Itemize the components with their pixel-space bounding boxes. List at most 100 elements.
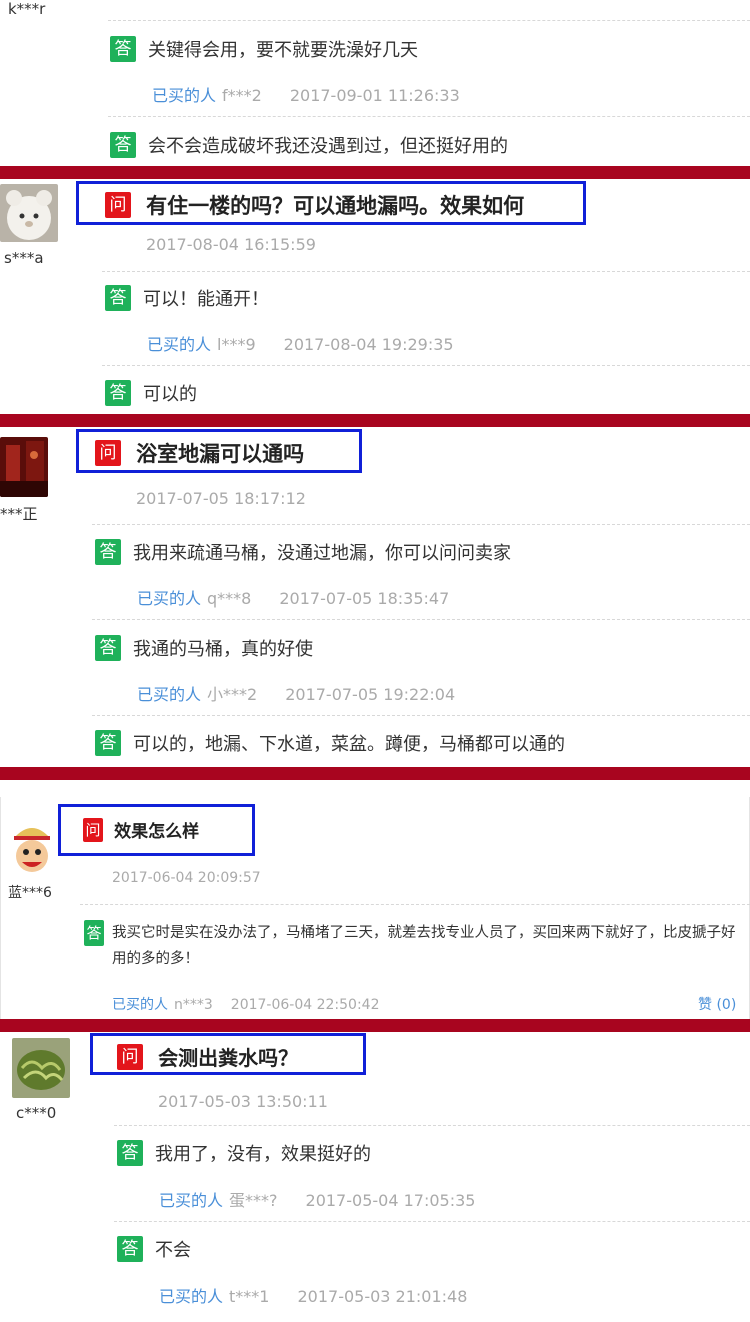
buyer-link[interactable]: 已买的人 xyxy=(137,589,201,608)
answer-row: 答 会不会造成破坏我还没遇到过，但还挺好用的 xyxy=(110,132,508,158)
question-time: 2017-06-04 20:09:57 xyxy=(112,870,261,886)
section-separator xyxy=(0,166,750,179)
username[interactable]: 蓝***6 xyxy=(8,882,52,902)
answer-text: 我买它时是实在没办法了，马桶堵了三天，就差去找专业人员了，买回来两下就好了，比皮… xyxy=(112,925,736,941)
answer-tag: 答 xyxy=(84,920,104,946)
question-text[interactable]: 效果怎么样 xyxy=(114,822,199,842)
question-time: 2017-05-03 13:50:11 xyxy=(158,1092,328,1111)
answer-time: 2017-08-04 19:29:35 xyxy=(283,335,454,354)
answer-tag: 答 xyxy=(105,380,131,406)
answer-text: 可以！能通开！ xyxy=(143,289,269,310)
question-text[interactable]: 会测出粪水吗？ xyxy=(158,1046,298,1070)
answer-text: 我用了，没有，效果挺好的 xyxy=(155,1144,371,1165)
avatar[interactable] xyxy=(10,816,54,880)
answer-tag: 答 xyxy=(95,730,121,756)
buyer-name: f***2 xyxy=(222,86,262,105)
buyer-name: 蛋***? xyxy=(229,1191,278,1210)
question-text[interactable]: 有住一楼的吗？可以通地漏吗。效果如何 xyxy=(146,194,524,218)
answer-time: 2017-09-01 11:26:33 xyxy=(289,86,460,105)
question-text[interactable]: 浴室地漏可以通吗 xyxy=(136,442,304,466)
qa-item: ***正 问 浴室地漏可以通吗 2017-07-05 18:17:12 答 我用… xyxy=(0,427,750,767)
avatar[interactable] xyxy=(0,184,58,242)
buyer-name: t***1 xyxy=(229,1287,270,1306)
buyer-link[interactable]: 已买的人 xyxy=(137,685,201,704)
answer-meta: 已买的人 小***2 2017-07-05 19:22:04 xyxy=(137,681,455,705)
question-tag: 问 xyxy=(105,192,131,218)
answer-tag: 答 xyxy=(117,1236,143,1262)
question-tag: 问 xyxy=(95,440,121,466)
answer-text: 不会 xyxy=(155,1240,191,1261)
answer-row: 答 我买它时是实在没办法了，马桶堵了三天，就差去找专业人员了，买回来两下就好了，… xyxy=(84,920,736,972)
qa-item-top: k***r 答 关键得会用，要不就要洗澡好几天 已买的人 f***2 2017-09… xyxy=(0,0,750,166)
answer-row: 答 不会 xyxy=(117,1236,191,1262)
answer-meta: 已买的人 t***1 2017-05-03 21:01:48 xyxy=(159,1283,467,1307)
answer-row: 答 我用来疏通马桶，没通过地漏，你可以问问卖家 xyxy=(95,539,511,565)
question-time: 2017-07-05 18:17:12 xyxy=(136,489,306,508)
answer-time: 2017-05-04 17:05:35 xyxy=(305,1191,476,1210)
username[interactable]: ***正 xyxy=(0,503,38,524)
divider xyxy=(92,619,750,620)
divider xyxy=(108,116,750,117)
divider xyxy=(108,20,750,21)
avatar[interactable] xyxy=(0,437,48,497)
answer-time: 2017-06-04 22:50:42 xyxy=(230,997,380,1013)
answer-text: 可以的，地漏、下水道，菜盆。蹲便，马桶都可以通的 xyxy=(133,734,565,755)
divider xyxy=(114,1221,750,1222)
qa-item: s***a 问 有住一楼的吗？可以通地漏吗。效果如何 2017-08-04 16… xyxy=(0,179,750,414)
buyer-link[interactable]: 已买的人 xyxy=(152,86,216,105)
divider xyxy=(114,1125,750,1126)
buyer-name: q***8 xyxy=(207,589,252,608)
buyer-link[interactable]: 已买的人 xyxy=(147,335,211,354)
answer-row: 答 可以的 xyxy=(105,380,197,406)
answer-text: 我用来疏通马桶，没通过地漏，你可以问问卖家 xyxy=(133,543,511,564)
buyer-link[interactable]: 已买的人 xyxy=(159,1191,223,1210)
answer-text: 可以的 xyxy=(143,384,197,405)
answer-meta: 已买的人 蛋***? 2017-05-04 17:05:35 xyxy=(159,1187,475,1211)
question-highlight: 问 效果怎么样 xyxy=(58,804,255,856)
answer-row: 答 关键得会用，要不就要洗澡好几天 xyxy=(110,36,418,62)
username[interactable]: k***r xyxy=(8,0,45,18)
answer-text: 会不会造成破坏我还没遇到过，但还挺好用的 xyxy=(148,136,508,157)
divider xyxy=(92,715,750,716)
answer-meta: 已买的人 q***8 2017-07-05 18:35:47 xyxy=(137,585,449,609)
divider xyxy=(102,365,750,366)
answer-text: 关键得会用，要不就要洗澡好几天 xyxy=(148,40,418,61)
answer-meta: 已买的人 l***9 2017-08-04 19:29:35 xyxy=(147,331,454,355)
answer-tag: 答 xyxy=(110,36,136,62)
answer-row: 答 可以！能通开！ xyxy=(105,285,269,311)
buyer-name: n***3 xyxy=(174,997,213,1013)
answer-tag: 答 xyxy=(95,539,121,565)
answer-meta: 已买的人 n***3 2017-06-04 22:50:42 xyxy=(112,994,379,1014)
buyer-link[interactable]: 已买的人 xyxy=(112,997,168,1013)
answer-text-cont: 用的多的多！ xyxy=(112,951,199,967)
section-separator xyxy=(0,767,750,780)
praise-button[interactable]: 赞 (0) xyxy=(698,994,736,1014)
answer-time: 2017-05-03 21:01:48 xyxy=(297,1287,468,1306)
question-tag: 问 xyxy=(83,817,103,842)
question-tag: 问 xyxy=(117,1043,143,1070)
answer-tag: 答 xyxy=(95,635,121,661)
answer-tag: 答 xyxy=(117,1140,143,1166)
username[interactable]: c***0 xyxy=(16,1104,56,1122)
answer-row: 答 我通的马桶，真的好使 xyxy=(95,635,313,661)
answer-row: 答 我用了，没有，效果挺好的 xyxy=(117,1140,371,1166)
answer-time: 2017-07-05 19:22:04 xyxy=(285,685,456,704)
section-separator xyxy=(0,1019,750,1032)
answer-tag: 答 xyxy=(110,132,136,158)
divider xyxy=(92,524,750,525)
answer-time: 2017-07-05 18:35:47 xyxy=(279,589,450,608)
answer-meta: 已买的人 f***2 2017-09-01 11:26:33 xyxy=(152,82,460,106)
buyer-link[interactable]: 已买的人 xyxy=(159,1287,223,1306)
answer-row: 答 可以的，地漏、下水道，菜盆。蹲便，马桶都可以通的 xyxy=(95,730,565,756)
answer-text: 我通的马桶，真的好使 xyxy=(133,639,313,660)
buyer-name: 小***2 xyxy=(207,685,258,704)
question-highlight: 问 会测出粪水吗？ xyxy=(90,1033,366,1075)
question-highlight: 问 浴室地漏可以通吗 xyxy=(76,429,362,473)
avatar[interactable] xyxy=(12,1038,70,1098)
question-highlight: 问 有住一楼的吗？可以通地漏吗。效果如何 xyxy=(76,181,586,225)
username[interactable]: s***a xyxy=(4,249,44,267)
section-separator xyxy=(0,414,750,427)
qa-item: c***0 问 会测出粪水吗？ 2017-05-03 13:50:11 答 我用… xyxy=(0,1032,750,1322)
qa-item: 蓝***6 问 效果怎么样 2017-06-04 20:09:57 答 我买它时… xyxy=(0,780,750,1019)
answer-tag: 答 xyxy=(105,285,131,311)
